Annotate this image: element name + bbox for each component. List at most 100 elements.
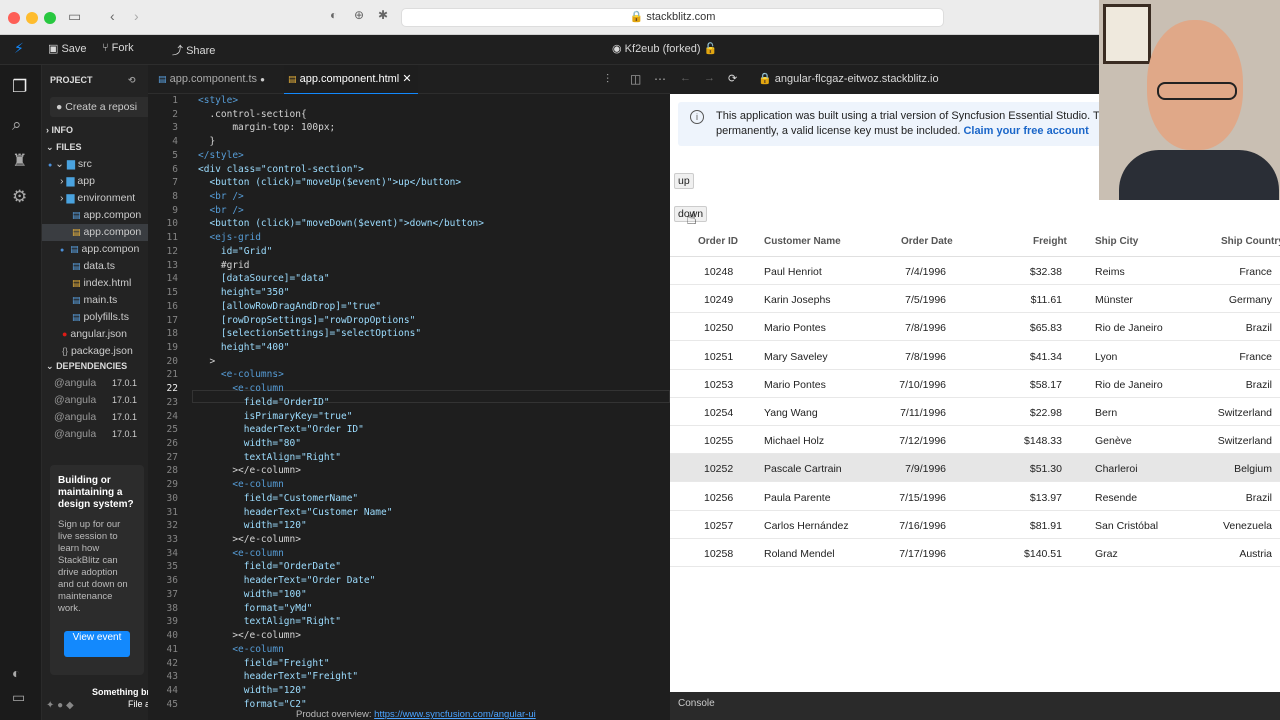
claim-account-link[interactable]: Claim your free account: [963, 125, 1088, 137]
code-line[interactable]: field="CustomerName": [198, 493, 358, 504]
code-line[interactable]: textAlign="Right": [198, 452, 341, 463]
globe-icon[interactable]: ⊕: [354, 8, 364, 22]
code-line[interactable]: </style>: [198, 150, 244, 161]
code-line[interactable]: height="400": [198, 342, 290, 353]
code-line[interactable]: <e-columns>: [198, 369, 284, 380]
address-bar[interactable]: 🔒 stackblitz.com: [401, 8, 944, 27]
tree-item-src[interactable]: ● ⌄ ▆ src: [48, 156, 148, 173]
table-row[interactable]: 10250 Mario Pontes 7/8/1996 $65.83 Rio de Ja…: [670, 313, 1280, 342]
code-line[interactable]: <br />: [198, 191, 243, 202]
tree-item-index-html[interactable]: ▤ index.html: [72, 275, 148, 292]
code-line[interactable]: <br />: [198, 205, 243, 216]
dependency-item[interactable]: @angula 17.0.1: [54, 426, 148, 443]
code-line[interactable]: <style>: [198, 95, 238, 106]
code-line[interactable]: ></e-column>: [198, 534, 301, 545]
theme-icon[interactable]: ◐: [12, 665, 20, 681]
shield-icon[interactable]: ◐: [330, 8, 337, 22]
header-ship-city[interactable]: Ship City: [1095, 236, 1138, 247]
code-line[interactable]: headerText="Customer Name": [198, 507, 393, 518]
preview-back-icon[interactable]: ←: [680, 72, 691, 84]
info-section[interactable]: › INFO: [46, 122, 148, 139]
tree-item-polyfills-ts[interactable]: ▤ polyfills.ts: [72, 309, 148, 326]
code-line[interactable]: <e-column: [198, 479, 283, 490]
code-line[interactable]: }: [198, 136, 215, 147]
table-row[interactable]: 10254 Yang Wang 7/11/1996 $22.98 Bern Switzer…: [670, 398, 1280, 426]
bolt-logo-icon[interactable]: ⚡: [14, 40, 24, 57]
code-line[interactable]: width="80": [198, 438, 301, 449]
maximize-window-button[interactable]: [44, 12, 56, 24]
code-line[interactable]: ></e-column>: [198, 465, 301, 476]
format-icon[interactable]: ⫶: [606, 65, 609, 94]
dependency-item[interactable]: @angula 17.0.1: [54, 392, 148, 409]
tree-item-app[interactable]: › ▆ app: [60, 173, 148, 190]
code-line[interactable]: ></e-column>: [198, 630, 301, 641]
create-repo-button[interactable]: ● Create a reposi: [50, 97, 148, 117]
footer-link[interactable]: https://www.syncfusion.com/angular-ui: [374, 710, 536, 720]
github-icon[interactable]: ●: [57, 700, 63, 711]
table-row[interactable]: 10256 Paula Parente 7/15/1996 $13.97 Resende…: [670, 483, 1280, 511]
close-tab-icon[interactable]: ✕: [402, 73, 411, 85]
code-line[interactable]: format="C2": [198, 699, 307, 710]
code-line[interactable]: width="120": [198, 685, 307, 696]
table-row[interactable]: 10252 Pascale Cartrain 7/9/1996 $51.30 Charl…: [670, 454, 1280, 483]
code-line[interactable]: width="100": [198, 589, 307, 600]
table-row[interactable]: 10258 Roland Mendel 7/17/1996 $140.51 Graz Au…: [670, 539, 1280, 567]
tree-item-data-ts[interactable]: ▤ data.ts: [72, 258, 148, 275]
code-line[interactable]: height="350": [198, 287, 290, 298]
code-line[interactable]: <e-column: [198, 644, 283, 655]
code-line[interactable]: <ejs-grid: [198, 232, 260, 243]
code-line[interactable]: headerText="Order Date": [198, 575, 376, 586]
code-line[interactable]: textAlign="Right": [198, 616, 341, 627]
header-freight[interactable]: Freight: [1033, 236, 1067, 247]
twitter-icon[interactable]: ✦: [46, 700, 54, 711]
code-line[interactable]: [rowDropSettings]="rowDropOptions": [198, 315, 415, 326]
preview-url[interactable]: 🔒 angular-flcgaz-eitwoz.stackblitz.io: [758, 72, 939, 85]
code-line[interactable]: id="Grid": [198, 246, 272, 257]
extensions-icon[interactable]: ♜: [12, 151, 27, 171]
code-line[interactable]: <e-column: [198, 383, 283, 394]
close-window-button[interactable]: [8, 12, 20, 24]
files-section[interactable]: ⌄ FILES: [46, 139, 148, 156]
table-row[interactable]: 10255 Michael Holz 7/12/1996 $148.33 Genève S…: [670, 426, 1280, 455]
preview-reload-icon[interactable]: ⟳: [728, 72, 737, 85]
up-button[interactable]: up: [674, 173, 694, 189]
back-arrow-icon[interactable]: ‹: [110, 8, 115, 24]
header-customer-name[interactable]: Customer Name: [764, 236, 841, 247]
code-line[interactable]: <e-column: [198, 548, 283, 559]
code-line[interactable]: field="OrderDate": [198, 561, 341, 572]
discord-icon[interactable]: ◆: [66, 700, 74, 711]
header-order-date[interactable]: Order Date: [901, 236, 953, 247]
code-line[interactable]: [selectionSettings]="selectOptions": [198, 328, 421, 339]
code-line[interactable]: #grid: [198, 260, 250, 271]
dependency-item[interactable]: @angula 17.0.1: [54, 409, 148, 426]
code-line[interactable]: margin-top: 100px;: [198, 122, 335, 133]
view-event-button[interactable]: View event: [64, 631, 130, 657]
table-row[interactable]: 10249 Karin Josephs 7/5/1996 $11.61 Münster G…: [670, 285, 1280, 314]
code-line[interactable]: headerText="Freight": [198, 671, 358, 682]
code-editor[interactable]: <style> .control-section{ margin-top: 10…: [192, 94, 670, 720]
tree-item-angular-json[interactable]: ● angular.json: [62, 326, 148, 343]
code-line[interactable]: <button (click)="moveUp($event)">up</but…: [198, 177, 461, 188]
extension-icon[interactable]: ✱: [378, 8, 388, 22]
code-line[interactable]: <button (click)="moveDown($event)">down<…: [198, 218, 484, 229]
forward-arrow-icon[interactable]: ›: [134, 8, 139, 24]
settings-icon[interactable]: ⚙: [12, 187, 27, 207]
table-row[interactable]: 10257 Carlos Hernández 7/16/1996 $81.91 San …: [670, 511, 1280, 539]
code-line[interactable]: >: [198, 356, 215, 367]
code-line[interactable]: width="120": [198, 520, 307, 531]
sidebar-toggle-icon[interactable]: ▭: [68, 8, 81, 25]
header-order-id[interactable]: Order ID: [698, 236, 738, 247]
table-row[interactable]: 10251 Mary Saveley 7/8/1996 $41.34 Lyon Franc…: [670, 342, 1280, 370]
fork-button[interactable]: ⑂ Fork: [102, 42, 134, 54]
code-line[interactable]: headerText="Order ID": [198, 424, 364, 435]
files-icon[interactable]: ❐: [12, 77, 27, 97]
tab-app-component-html[interactable]: ▤ app.component.html ✕: [284, 65, 418, 94]
split-editor-icon[interactable]: ◫: [630, 65, 641, 94]
layout-icon[interactable]: ▭: [12, 689, 25, 706]
tree-item-file[interactable]: ▤ app.compon: [72, 207, 148, 224]
more-options-icon[interactable]: ⋯: [654, 65, 666, 94]
console-bar[interactable]: Console: [670, 692, 1280, 720]
code-line[interactable]: <div class="control-section">: [198, 164, 364, 175]
dependency-item[interactable]: @angula 17.0.1: [54, 375, 148, 392]
tree-item-main-ts[interactable]: ▤ main.ts: [72, 292, 148, 309]
